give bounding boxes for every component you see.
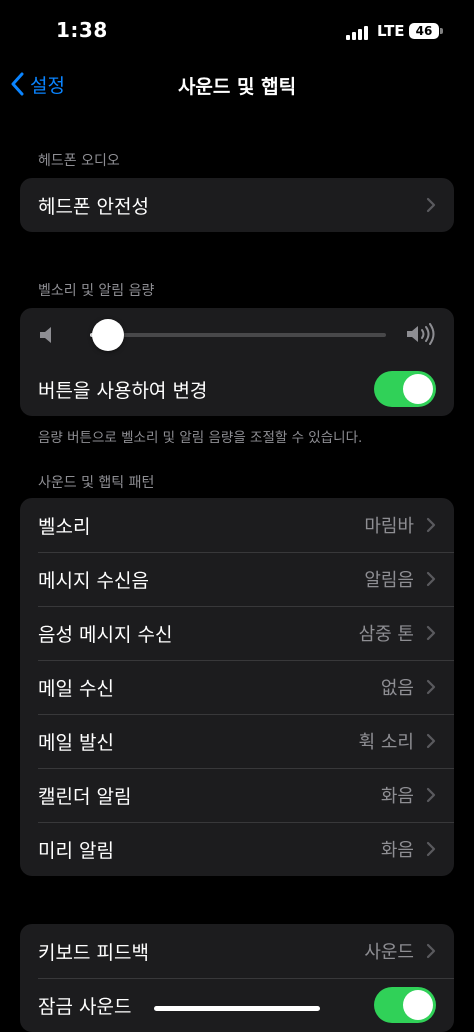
row-label: 미리 알림: [38, 839, 114, 862]
chevron-right-icon: [426, 571, 436, 587]
status-bar: 1:38 LTE 46: [0, 0, 474, 60]
row-label: 버튼을 사용하여 변경: [38, 379, 208, 402]
section-header-patterns: 사운드 및 햅틱 패턴: [38, 475, 155, 491]
row-value: 삼중 톤: [358, 624, 414, 645]
volume-slider-row: [20, 308, 454, 362]
network-type: LTE: [377, 22, 405, 40]
chevron-right-icon: [426, 679, 436, 695]
system-group: 키보드 피드백 사운드 잠금 사운드: [20, 924, 454, 1032]
section-header-ringer: 벨소리 및 알림 음량: [38, 283, 155, 299]
cellular-signal-icon: [346, 24, 372, 40]
row-label: 메일 수신: [38, 677, 114, 700]
row-value: 화음: [380, 840, 414, 861]
row-label: 헤드폰 안전성: [38, 195, 149, 218]
chevron-right-icon: [426, 841, 436, 857]
row-value: 마림바: [364, 516, 414, 537]
battery-tip: [440, 28, 443, 34]
row-ringtone[interactable]: 벨소리 마림바: [20, 498, 454, 552]
ringer-footer: 음량 버튼으로 벨소리 및 알림 음량을 조절할 수 있습니다.: [38, 430, 363, 446]
speaker-low-icon: [40, 327, 51, 343]
ringer-group: 버튼을 사용하여 변경: [20, 308, 454, 416]
change-with-buttons-toggle[interactable]: [374, 371, 436, 407]
lock-sound-toggle[interactable]: [374, 987, 436, 1023]
battery-icon: 46: [409, 23, 439, 39]
row-label: 캘린더 알림: [38, 785, 132, 808]
chevron-right-icon: [426, 787, 436, 803]
row-value: 알림음: [364, 570, 414, 591]
volume-slider[interactable]: [90, 319, 386, 351]
row-label: 음성 메시지 수신: [38, 623, 173, 646]
row-new-voicemail[interactable]: 음성 메시지 수신 삼중 톤: [20, 606, 454, 660]
toggle-knob: [403, 374, 433, 404]
row-new-mail[interactable]: 메일 수신 없음: [20, 660, 454, 714]
row-label: 키보드 피드백: [38, 941, 149, 964]
volume-slider-thumb[interactable]: [91, 319, 124, 351]
row-headphone-safety[interactable]: 헤드폰 안전성: [20, 178, 454, 232]
navigation-bar: 설정 사운드 및 햅틱: [0, 62, 474, 106]
headphone-group: 헤드폰 안전성: [20, 178, 454, 232]
chevron-right-icon: [426, 943, 436, 959]
page-title: 사운드 및 햅틱: [177, 76, 297, 98]
chevron-right-icon: [426, 733, 436, 749]
row-change-with-buttons: 버튼을 사용하여 변경: [20, 362, 454, 416]
row-sent-mail[interactable]: 메일 발신 휙 소리: [20, 714, 454, 768]
row-value: 휙 소리: [358, 732, 414, 753]
row-label: 메일 발신: [38, 731, 114, 754]
chevron-right-icon: [426, 625, 436, 641]
chevron-right-icon: [426, 197, 436, 213]
home-indicator: [154, 1006, 320, 1011]
row-calendar-alerts[interactable]: 캘린더 알림 화음: [20, 768, 454, 822]
chevron-right-icon: [426, 517, 436, 533]
row-keyboard-feedback[interactable]: 키보드 피드백 사운드: [20, 924, 454, 978]
row-value: 화음: [380, 786, 414, 807]
section-header-headphone: 헤드폰 오디오: [38, 153, 120, 169]
status-time: 1:38: [56, 18, 108, 42]
row-label: 메시지 수신음: [38, 569, 149, 592]
patterns-group: 벨소리 마림바 메시지 수신음 알림음 음성 메시지 수신 삼중 톤 메일 수신…: [20, 498, 454, 876]
row-reminder-alerts[interactable]: 미리 알림 화음: [20, 822, 454, 876]
speaker-high-icon: [407, 323, 435, 345]
row-value: 없음: [380, 678, 414, 699]
row-text-tone[interactable]: 메시지 수신음 알림음: [20, 552, 454, 606]
row-label: 벨소리: [38, 515, 91, 538]
row-value: 사운드: [364, 942, 414, 963]
toggle-knob: [403, 990, 433, 1020]
row-label: 잠금 사운드: [38, 995, 132, 1018]
